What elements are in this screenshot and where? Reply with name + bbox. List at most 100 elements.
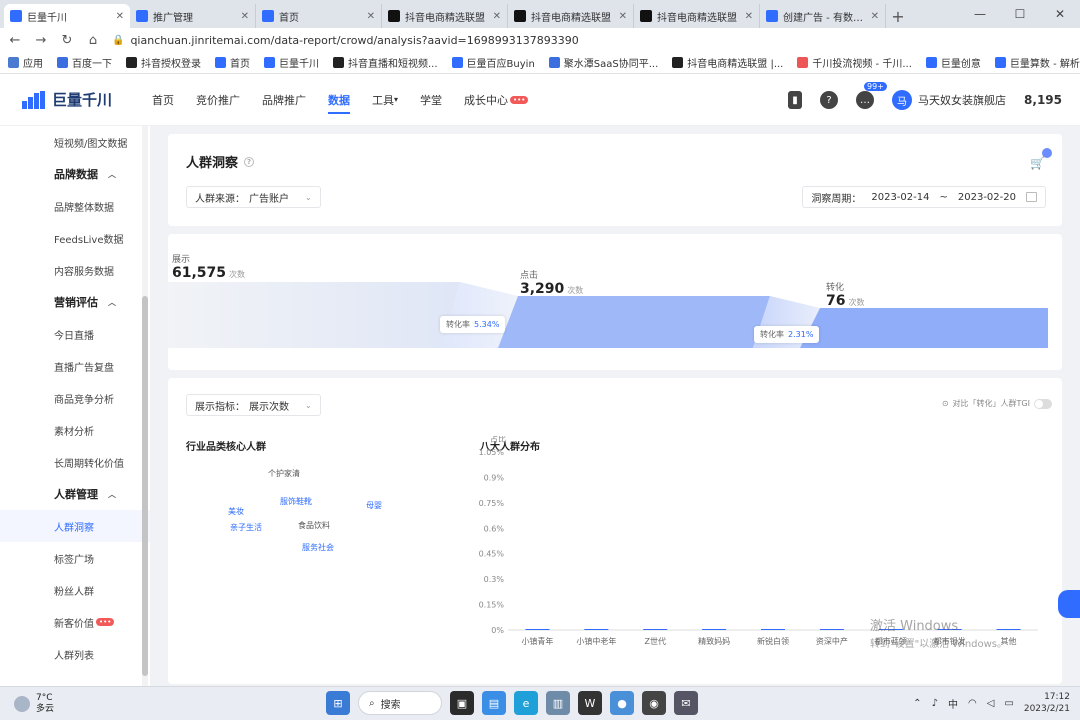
crowd-source-select[interactable]: 人群来源： 广告账户 ⌄	[186, 186, 321, 208]
maximize-icon[interactable]: ☐	[1000, 0, 1040, 28]
bookmark-item[interactable]: 抖音直播和短视频...	[333, 55, 438, 70]
sidebar-item[interactable]: 人群洞察	[0, 510, 150, 542]
edge-icon[interactable]: e	[514, 691, 538, 715]
sidebar-item[interactable]: 长周期转化价值	[0, 446, 150, 478]
sidebar-item[interactable]: 粉丝人群	[0, 574, 150, 606]
reload-icon[interactable]: ↻	[60, 33, 74, 48]
sidebar-item[interactable]: 内容服务数据	[0, 254, 150, 286]
bookmark-item[interactable]: 首页	[215, 55, 250, 70]
minimize-icon[interactable]: —	[960, 0, 1000, 28]
wechat-icon[interactable]: ✉	[674, 691, 698, 715]
browser-tab[interactable]: 首页 ✕	[256, 4, 382, 28]
sidebar-group[interactable]: 品牌数据 ︿	[0, 158, 150, 190]
tray-chevron-icon[interactable]: ⌃	[913, 698, 921, 709]
sidebar-item[interactable]: 今日直播	[0, 318, 150, 350]
stat-unit: 次数	[567, 286, 584, 295]
tab-close-icon[interactable]: ✕	[367, 11, 375, 22]
tab-close-icon[interactable]: ✕	[871, 11, 879, 22]
qianchuan-logo[interactable]: 巨量千川	[22, 89, 140, 110]
tgi-compare-switch[interactable]	[1034, 398, 1052, 409]
help-circle-icon[interactable]: ?	[244, 156, 255, 167]
mic-icon[interactable]: ♪	[932, 698, 938, 709]
volume-icon[interactable]: ◁	[987, 698, 995, 709]
taskbar-search[interactable]: ⌕ 搜索	[358, 691, 442, 715]
nav-3[interactable]: 数据	[328, 74, 350, 126]
sidebar-item[interactable]: 短视频/图文数据	[0, 126, 150, 158]
close-window-icon[interactable]: ✕	[1040, 0, 1080, 28]
bookmark-item[interactable]: 抖音电商精选联盟 |...	[672, 55, 783, 70]
sidebar-item[interactable]: 素材分析	[0, 414, 150, 446]
bookmark-item[interactable]: 抖音授权登录	[126, 55, 201, 70]
nav-0[interactable]: 首页	[152, 74, 174, 126]
wifi-icon[interactable]: ◠	[968, 698, 977, 709]
browser-tab[interactable]: 抖音电商精选联盟 ✕	[382, 4, 508, 28]
start-icon[interactable]: ⊞	[326, 691, 350, 715]
browser-tab[interactable]: 推广管理 ✕	[130, 4, 256, 28]
sidebar-item[interactable]: 品牌整体数据	[0, 190, 150, 222]
forward-icon[interactable]: →	[34, 33, 48, 48]
nav-1[interactable]: 竞价推广	[196, 74, 240, 126]
ime-indicator[interactable]: 中	[948, 696, 958, 711]
nav-6[interactable]: 成长中心 •••	[464, 74, 529, 126]
assistant-float-button[interactable]	[1058, 590, 1080, 618]
bookmark-item[interactable]: 千川投流视频 - 千川...	[797, 55, 912, 70]
bookmark-item[interactable]: 巨量千川	[264, 55, 319, 70]
chrome-icon[interactable]: ●	[610, 691, 634, 715]
sidebar-scrollbar[interactable]	[142, 126, 148, 686]
sidebar-item[interactable]: 直播广告复盘	[0, 350, 150, 382]
tab-close-icon[interactable]: ✕	[116, 11, 124, 22]
weather-widget[interactable]: 7°C 多云	[14, 693, 134, 715]
nav-5[interactable]: 学堂	[420, 74, 442, 126]
account-balance[interactable]: 8,195	[1024, 93, 1062, 107]
browser-tab[interactable]: 抖音电商精选联盟 ✕	[508, 4, 634, 28]
nav-4[interactable]: 工具 ▾	[372, 74, 398, 126]
url-field[interactable]: 🔒 qianchuan.jinritemai.com/data-report/c…	[112, 30, 1072, 50]
temperature: 7°C	[36, 692, 53, 703]
back-icon[interactable]: ←	[8, 33, 22, 48]
tab-close-icon[interactable]: ✕	[241, 11, 249, 22]
home-icon[interactable]: ⌂	[86, 33, 100, 48]
sidebar-item[interactable]: 新客价值 •••	[0, 606, 150, 638]
stat-click: 点击 3,290 次数	[520, 268, 583, 297]
explorer-icon[interactable]: ▤	[482, 691, 506, 715]
account-switcher[interactable]: 马 马天奴女装旗舰店	[892, 90, 1006, 110]
sidebar-item[interactable]: 标签广场	[0, 542, 150, 574]
nav-2[interactable]: 品牌推广	[262, 74, 306, 126]
clock[interactable]: 17:12 2023/2/21	[1024, 691, 1070, 715]
task-view-icon[interactable]: ▣	[450, 691, 474, 715]
message-icon[interactable]: … 99+	[856, 82, 887, 109]
date-end[interactable]: 2023-02-20	[958, 192, 1016, 203]
bookmark-item[interactable]: 巨量百应Buyin	[451, 55, 535, 70]
help-icon[interactable]: ?	[820, 91, 839, 109]
sidebar-item[interactable]: FeedsLive数据	[0, 222, 150, 254]
bar	[525, 629, 550, 630]
indicator-select[interactable]: 展示指标： 展示次数 ⌄	[186, 394, 321, 416]
browser-tab[interactable]: 创建广告 - 有数 - 有 ✕	[760, 4, 886, 28]
bookmark-item[interactable]: 应用	[8, 55, 43, 70]
app-header: 巨量千川 首页 竞价推广 品牌推广 数据 工具 ▾ 学堂 成长中心 ••• ▮ ? … 99+ …	[0, 74, 1080, 126]
battery-icon[interactable]: ▭	[1004, 698, 1013, 709]
bookmark-item[interactable]: 聚水潭SaaS协同平...	[548, 55, 658, 70]
phone-icon[interactable]: ▮	[788, 91, 803, 109]
cart-icon[interactable]: 🛒	[1030, 148, 1052, 170]
nav-label: 品牌推广	[262, 93, 306, 107]
tab-close-icon[interactable]: ✕	[619, 11, 627, 22]
bookmark-item[interactable]: 巨量算数 - 解析内容...	[994, 55, 1080, 70]
sidebar-item[interactable]: 人群列表	[0, 638, 150, 670]
new-tab-button[interactable]: +	[886, 4, 910, 28]
bookmark-item[interactable]: 巨量创意	[925, 55, 981, 70]
wps-icon[interactable]: W	[578, 691, 602, 715]
app-icon[interactable]: ▥	[546, 691, 570, 715]
date-start[interactable]: 2023-02-14	[871, 192, 929, 203]
sidebar-group[interactable]: 人群管理 ︿	[0, 478, 150, 510]
tab-close-icon[interactable]: ✕	[493, 11, 501, 22]
sidebar-item[interactable]: 商品竞争分析	[0, 382, 150, 414]
bookmark-item[interactable]: 百度一下	[57, 55, 112, 70]
browser-tab[interactable]: 巨量千川 ✕	[4, 4, 130, 28]
browser-tab[interactable]: 抖音电商精选联盟 ✕	[634, 4, 760, 28]
sidebar-group[interactable]: 营销评估 ︿	[0, 286, 150, 318]
insight-period-picker[interactable]: 洞察周期： 2023-02-14 ~ 2023-02-20	[802, 186, 1046, 208]
recorder-icon[interactable]: ◉	[642, 691, 666, 715]
chevron-down-icon: ⌄	[305, 192, 312, 202]
tab-close-icon[interactable]: ✕	[745, 11, 753, 22]
